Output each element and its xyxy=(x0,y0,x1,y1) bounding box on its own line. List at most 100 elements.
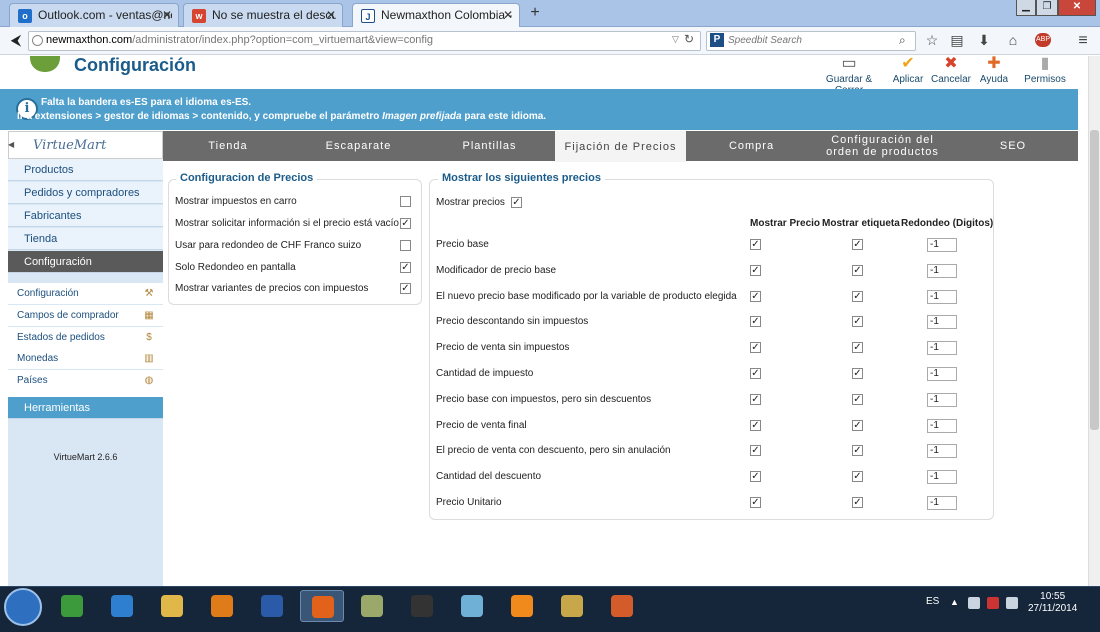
tray-expand-icon[interactable]: ▲ xyxy=(950,597,959,607)
show-label-checkbox[interactable]: ✓ xyxy=(852,497,863,508)
sidebar-item-2[interactable]: Fabricantes xyxy=(8,205,163,227)
rounding-digits-input[interactable]: -1 xyxy=(927,419,957,433)
tray-network-icon[interactable] xyxy=(1006,597,1018,609)
show-label-checkbox[interactable]: ✓ xyxy=(852,291,863,302)
show-price-checkbox[interactable]: ✓ xyxy=(750,316,761,327)
sidebar-item-4[interactable]: Configuración xyxy=(8,251,163,273)
close-tab-icon[interactable]: ✕ xyxy=(503,4,513,26)
rounding-digits-input[interactable]: -1 xyxy=(927,367,957,381)
reading-list-icon[interactable]: ▤ xyxy=(948,32,966,49)
coin-app-icon[interactable] xyxy=(550,590,594,622)
language-indicator[interactable]: ES xyxy=(926,596,939,607)
rounding-digits-input[interactable]: -1 xyxy=(927,264,957,278)
close-tab-icon[interactable]: ✕ xyxy=(162,4,172,26)
tray-security-icon[interactable] xyxy=(987,597,999,609)
sidebar-item-herramientas[interactable]: Herramientas xyxy=(8,397,163,419)
bookmark-star-icon[interactable]: ☆ xyxy=(923,32,941,49)
tray-flag-icon[interactable] xyxy=(968,597,980,609)
show-price-checkbox[interactable]: ✓ xyxy=(750,368,761,379)
scrollbar-thumb[interactable] xyxy=(1090,130,1099,430)
sidebar-collapse-icon[interactable]: ◀ xyxy=(8,140,14,149)
rounding-digits-input[interactable]: -1 xyxy=(927,238,957,252)
sidebar-subitem-4[interactable]: Países ◍ xyxy=(8,370,163,391)
show-price-checkbox[interactable]: ✓ xyxy=(750,471,761,482)
show-label-checkbox[interactable]: ✓ xyxy=(852,265,863,276)
sidebar-subitem-2[interactable]: Estados de pedidos $ xyxy=(8,327,163,348)
sidebar-subitem-3[interactable]: Monedas ▥ xyxy=(8,348,163,369)
tab-4[interactable]: Compra xyxy=(686,131,817,161)
media-player-icon[interactable] xyxy=(200,590,244,622)
rounding-digits-input[interactable]: -1 xyxy=(927,341,957,355)
show-label-checkbox[interactable]: ✓ xyxy=(852,239,863,250)
back-arrow-icon[interactable]: ⮜ xyxy=(6,32,26,50)
tab-0[interactable]: Tienda xyxy=(163,131,293,161)
browser-tab[interactable]: o Outlook.com - ventas@ne...✕ xyxy=(9,3,179,27)
sidebar-item-3[interactable]: Tienda xyxy=(8,228,163,250)
sidebar-subitem-1[interactable]: Campos de comprador ▦ xyxy=(8,305,163,326)
sidebar-subitem-0[interactable]: Configuración ⚒ xyxy=(8,283,163,304)
rounding-digits-input[interactable]: -1 xyxy=(927,290,957,304)
reload-icon[interactable]: ↻ xyxy=(684,32,694,46)
tab-6[interactable]: SEO xyxy=(948,131,1078,161)
paint-icon[interactable] xyxy=(600,590,644,622)
show-label-checkbox[interactable]: ✓ xyxy=(852,445,863,456)
maximize-button[interactable]: ❐ xyxy=(1036,0,1058,16)
show-price-checkbox[interactable]: ✓ xyxy=(750,342,761,353)
show-price-checkbox[interactable]: ✓ xyxy=(750,445,761,456)
show-price-checkbox[interactable]: ✓ xyxy=(750,420,761,431)
recycle-app-icon[interactable] xyxy=(350,590,394,622)
close-tab-icon[interactable]: ✕ xyxy=(326,4,336,26)
show-prices-checkbox[interactable]: ✓ xyxy=(511,197,522,208)
url-dropdown-icon[interactable]: ▽ xyxy=(672,34,679,45)
rounding-digits-input[interactable]: -1 xyxy=(927,496,957,510)
show-price-checkbox[interactable]: ✓ xyxy=(750,291,761,302)
close-window-button[interactable]: ✕ xyxy=(1058,0,1096,16)
tab-2[interactable]: Plantillas xyxy=(424,131,555,161)
toolbar-button-3[interactable]: ✖ Cancelar xyxy=(930,56,972,86)
toolbar-button-4[interactable]: ✚ Ayuda xyxy=(978,56,1010,86)
price-config-checkbox[interactable]: ✓ xyxy=(400,218,411,229)
start-button[interactable] xyxy=(4,588,42,626)
minimize-button[interactable]: ▁ xyxy=(1016,0,1036,16)
price-config-checkbox[interactable]: ✓ xyxy=(400,283,411,294)
show-label-checkbox[interactable]: ✓ xyxy=(852,368,863,379)
browser-tab[interactable]: J Newmaxthon Colombia - ... ✕ xyxy=(352,3,520,28)
show-price-checkbox[interactable]: ✓ xyxy=(750,497,761,508)
rounding-digits-input[interactable]: -1 xyxy=(927,315,957,329)
file-explorer-icon[interactable] xyxy=(150,590,194,622)
firefox-icon[interactable] xyxy=(300,590,344,622)
show-price-checkbox[interactable]: ✓ xyxy=(750,239,761,250)
price-config-checkbox[interactable]: ✓ xyxy=(400,262,411,273)
rounding-digits-input[interactable]: -1 xyxy=(927,470,957,484)
notepad-icon[interactable] xyxy=(450,590,494,622)
show-label-checkbox[interactable]: ✓ xyxy=(852,316,863,327)
download-icon[interactable]: ⬇ xyxy=(975,32,993,49)
home-icon[interactable]: ⌂ xyxy=(1004,32,1022,48)
show-price-checkbox[interactable]: ✓ xyxy=(750,394,761,405)
tab-3[interactable]: Fijación de Precios xyxy=(555,131,686,162)
price-config-checkbox[interactable] xyxy=(400,196,411,207)
page-info-icon[interactable] xyxy=(32,35,43,46)
word-icon[interactable] xyxy=(250,590,294,622)
show-label-checkbox[interactable]: ✓ xyxy=(852,420,863,431)
search-icon[interactable]: ⌕ xyxy=(899,33,906,48)
tab-5[interactable]: Configuración del orden de productos xyxy=(817,131,948,161)
rounding-digits-input[interactable]: -1 xyxy=(927,444,957,458)
show-label-checkbox[interactable]: ✓ xyxy=(852,342,863,353)
toolbar-button-5[interactable]: ▮ Permisos xyxy=(1020,56,1070,86)
adblock-icon[interactable]: ABP xyxy=(1035,33,1051,47)
sidebar-item-0[interactable]: Productos xyxy=(8,159,163,181)
new-tab-button[interactable]: + xyxy=(525,4,545,22)
clock[interactable]: 10:55 27/11/2014 xyxy=(1028,591,1077,615)
inkscape-icon[interactable] xyxy=(400,590,444,622)
chrome-icon[interactable] xyxy=(50,590,94,622)
show-price-checkbox[interactable]: ✓ xyxy=(750,265,761,276)
browser-tab[interactable]: w No se muestra el descuent...✕ xyxy=(183,3,343,27)
menu-icon[interactable]: ≡ xyxy=(1074,32,1092,50)
toolbar-button-2[interactable]: ✔ Aplicar xyxy=(890,56,926,86)
tab-1[interactable]: Escaparate xyxy=(293,131,424,161)
show-label-checkbox[interactable]: ✓ xyxy=(852,394,863,405)
rounding-digits-input[interactable]: -1 xyxy=(927,393,957,407)
sidebar-item-1[interactable]: Pedidos y compradores xyxy=(8,182,163,204)
search-engine-icon[interactable]: P xyxy=(710,33,724,47)
